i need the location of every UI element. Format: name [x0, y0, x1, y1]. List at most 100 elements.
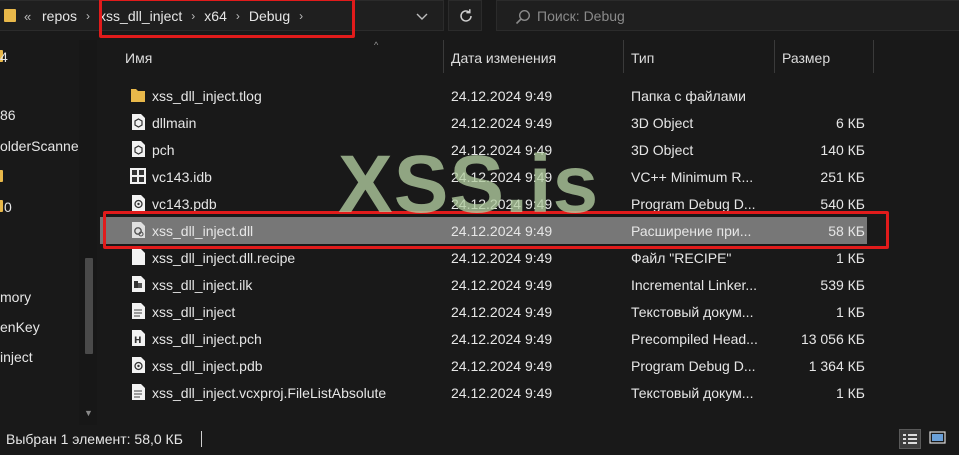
file-row[interactable]: vc143.idb 24.12.2024 9:49 VC++ Minimum R..…: [100, 163, 867, 190]
file-size: 251 КБ: [820, 169, 865, 185]
file-date: 24.12.2024 9:49: [451, 169, 553, 185]
file-row[interactable]: xss_dll_inject 24.12.2024 9:49 Текстовый д…: [100, 298, 867, 325]
file-date: 24.12.2024 9:49: [451, 385, 553, 401]
breadcrumb-repos[interactable]: repos: [42, 8, 77, 24]
file-name: xss_dll_inject: [152, 304, 236, 320]
file-size: 1 КБ: [835, 304, 865, 320]
status-bar: Выбран 1 элемент: 58,0 КБ: [0, 425, 959, 455]
file-type: Папка с файлами: [631, 88, 746, 104]
file-type: Текстовый докум...: [631, 304, 754, 320]
file-name: xss_dll_inject.pdb: [152, 358, 263, 374]
pch-file-icon: H: [130, 329, 146, 347]
chevron-down-icon[interactable]: [412, 7, 432, 25]
file-name: xss_dll_inject.vcxproj.FileListAbsolute: [152, 385, 387, 401]
nav-item[interactable]: 0: [4, 199, 12, 215]
3d-object-icon: [130, 113, 146, 131]
file-size: 1 КБ: [835, 250, 865, 266]
details-view-button[interactable]: [899, 429, 921, 449]
status-divider: [201, 431, 202, 447]
nav-item[interactable]: 4: [0, 49, 8, 65]
selection-status: Выбран 1 элемент: 58,0 КБ: [6, 431, 183, 447]
refresh-button[interactable]: [448, 0, 482, 31]
file-row[interactable]: pch 24.12.2024 9:49 3D Object 140 КБ: [100, 136, 867, 163]
text-file-icon: [130, 302, 146, 320]
file-size: 6 КБ: [835, 115, 865, 131]
text-file-icon: [130, 383, 146, 401]
column-header-size[interactable]: Размер: [775, 40, 874, 73]
file-date: 24.12.2024 9:49: [451, 358, 553, 374]
file-type: 3D Object: [631, 142, 694, 158]
file-date: 24.12.2024 9:49: [451, 88, 553, 104]
large-icons-view-button[interactable]: [927, 429, 949, 449]
file-name: vc143.idb: [152, 169, 212, 185]
breadcrumb-overflow[interactable]: «: [24, 9, 42, 24]
file-type: Incremental Linker...: [631, 277, 758, 293]
file-name: xss_dll_inject.pch: [152, 331, 262, 347]
file-type: Program Debug D...: [631, 196, 756, 212]
folder-icon[interactable]: [0, 170, 3, 182]
nav-item[interactable]: enKey: [0, 319, 40, 335]
column-header-name[interactable]: Имя: [118, 40, 444, 73]
file-name: xss_dll_inject.ilk: [152, 277, 253, 293]
refresh-icon: [460, 9, 472, 22]
file-name: xss_dll_inject.tlog: [152, 88, 262, 104]
folder-icon: [4, 9, 16, 22]
file-date: 24.12.2024 9:49: [451, 277, 553, 293]
pdb-file-icon: [130, 194, 146, 212]
column-header-date[interactable]: Дата изменения: [444, 40, 624, 73]
pdb-file-icon: [130, 356, 146, 374]
column-headers: ^ Имя Дата изменения Тип Размер: [100, 40, 959, 74]
file-date: 24.12.2024 9:49: [451, 304, 553, 320]
file-size: 1 364 КБ: [808, 358, 865, 374]
file-type: Precompiled Head...: [631, 331, 758, 347]
file-date: 24.12.2024 9:49: [451, 331, 553, 347]
file-type: 3D Object: [631, 115, 694, 131]
nav-scrollbar[interactable]: ▼: [79, 40, 97, 425]
column-header-type[interactable]: Тип: [624, 40, 775, 73]
address-highlight-box: [99, 0, 355, 38]
selected-row-highlight-box: [103, 211, 889, 249]
file-row[interactable]: Hxss_dll_inject.pch 24.12.2024 9:49 Precom…: [100, 325, 867, 352]
nav-item[interactable]: inject: [0, 349, 33, 365]
search-icon: [515, 9, 531, 25]
svg-text:H: H: [134, 336, 142, 346]
file-name: pch: [152, 142, 175, 158]
file-type: Файл "RECIPE": [631, 250, 732, 266]
file-name: dllmain: [152, 115, 197, 131]
file-date: 24.12.2024 9:49: [451, 142, 553, 158]
nav-item[interactable]: 86: [0, 107, 16, 123]
file-size: 539 КБ: [820, 277, 865, 293]
chevron-right-icon[interactable]: ›: [77, 9, 99, 23]
file-size: 1 КБ: [835, 385, 865, 401]
idb-file-icon: [130, 167, 146, 185]
file-row[interactable]: xss_dll_inject.vcxproj.FileListAbsolute 2…: [100, 379, 867, 406]
file-row[interactable]: xss_dll_inject.pdb 24.12.2024 9:49 Program…: [100, 352, 867, 379]
blank-file-icon: [130, 248, 146, 266]
file-size: 540 КБ: [820, 196, 865, 212]
file-type: VC++ Minimum R...: [631, 169, 754, 185]
file-row[interactable]: dllmain 24.12.2024 9:49 3D Object 6 КБ: [100, 109, 867, 136]
file-date: 24.12.2024 9:49: [451, 196, 553, 212]
search-input[interactable]: [537, 5, 917, 27]
large-icons-view-icon: [929, 431, 946, 444]
file-date: 24.12.2024 9:49: [451, 115, 553, 131]
file-row[interactable]: xss_dll_inject.tlog 24.12.2024 9:49 Папка …: [100, 82, 867, 109]
file-date: 24.12.2024 9:49: [451, 250, 553, 266]
nav-item[interactable]: olderScanner: [0, 138, 83, 154]
file-size: 13 056 КБ: [800, 331, 865, 347]
file-size: 140 КБ: [820, 142, 865, 158]
3d-object-icon: [130, 140, 146, 158]
scrollbar-thumb[interactable]: [85, 258, 93, 354]
ilk-file-icon: [130, 275, 146, 293]
details-view-icon: [903, 434, 917, 444]
file-name: xss_dll_inject.dll.recipe: [152, 250, 296, 266]
folder-icon: [0, 200, 3, 212]
file-type: Текстовый докум...: [631, 385, 754, 401]
file-row[interactable]: xss_dll_inject.ilk 24.12.2024 9:49 Increme…: [100, 271, 867, 298]
nav-item[interactable]: mory: [0, 289, 31, 305]
scroll-down-icon[interactable]: ▼: [84, 408, 93, 418]
file-type: Program Debug D...: [631, 358, 756, 374]
file-name: vc143.pdb: [152, 196, 217, 212]
search-box[interactable]: [496, 0, 959, 31]
folder-icon: [130, 86, 146, 104]
